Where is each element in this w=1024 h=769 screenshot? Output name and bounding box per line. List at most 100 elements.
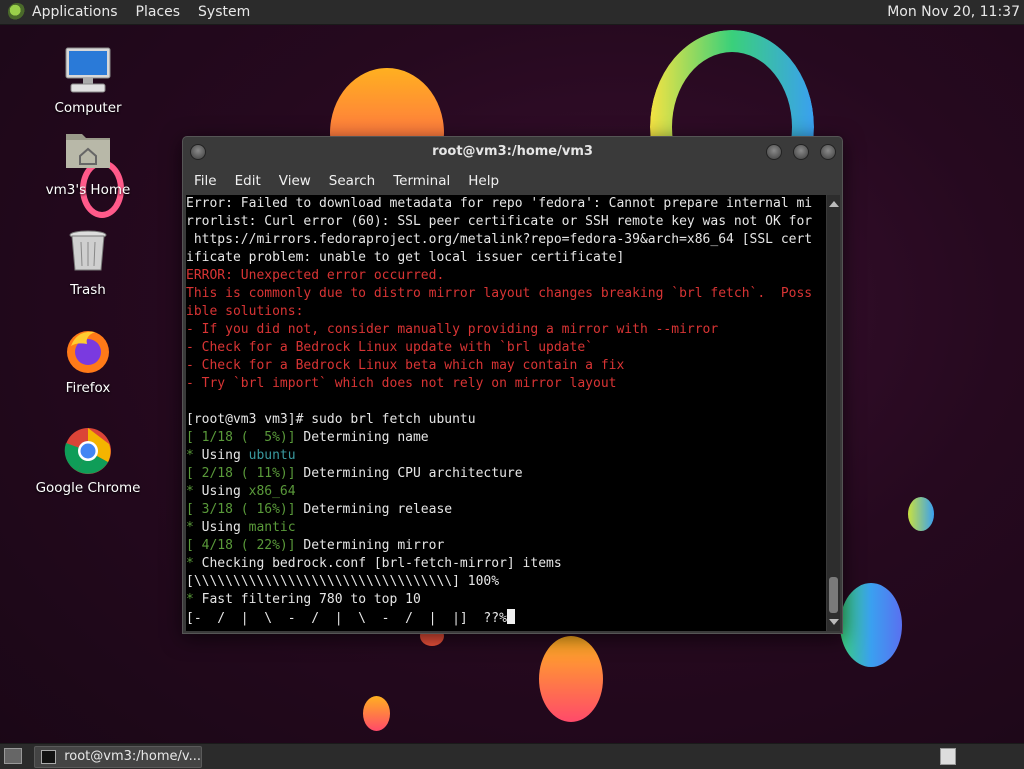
terminal-text: Determining mirror (295, 538, 445, 553)
desktop-icon-computer[interactable]: Computer (33, 46, 143, 116)
terminal-line: [ 3/18 ( 16%)] Determining release (186, 501, 826, 519)
menu-edit[interactable]: Edit (226, 173, 270, 189)
computer-icon (63, 46, 113, 96)
terminal-text: * (186, 556, 194, 571)
desktop-icon-firefox[interactable]: Firefox (33, 326, 143, 396)
terminal-text: Using (193, 520, 249, 535)
desktop-icon-label: Trash (70, 282, 106, 298)
terminal-line: [- / | \ - / | \ - / | |] ??% (186, 609, 826, 627)
terminal-text: Error: Failed to download metadata for r… (186, 196, 813, 211)
workspace-switcher[interactable] (940, 748, 956, 765)
terminal-line: ificate problem: unable to get local iss… (186, 249, 826, 267)
trash-icon (63, 228, 113, 278)
terminal-text: Determining name (295, 430, 429, 445)
terminal-line: * Fast filtering 780 to top 10 (186, 591, 826, 609)
close-button[interactable] (820, 144, 836, 160)
terminal-text: ible solutions: (186, 304, 304, 319)
menu-search[interactable]: Search (320, 173, 384, 189)
terminal-line: [ 2/18 ( 11%)] Determining CPU architect… (186, 465, 826, 483)
menu-help[interactable]: Help (459, 173, 508, 189)
terminal-line: [ 4/18 ( 22%)] Determining mirror (186, 537, 826, 555)
terminal-scrollbar[interactable] (827, 195, 840, 631)
terminal-text: https://mirrors.fedoraproject.org/metali… (186, 232, 813, 247)
chrome-icon (63, 426, 113, 476)
terminal-line: - If you did not, consider manually prov… (186, 321, 826, 339)
terminal-text: Determining release (295, 502, 453, 517)
terminal-text: Checking bedrock.conf [brl-fetch-mirror]… (193, 556, 562, 571)
terminal-text: [ 1/18 ( 5%)] (186, 430, 296, 445)
terminal-text: [ 3/18 ( 16%)] (186, 502, 296, 517)
menu-terminal[interactable]: Terminal (384, 173, 459, 189)
terminal-line: * Using mantic (186, 519, 826, 537)
scrollbar-thumb[interactable] (829, 577, 838, 613)
window-menu-button[interactable] (190, 144, 206, 160)
scroll-down-icon[interactable] (829, 619, 839, 625)
clock[interactable]: Mon Nov 20, 11:37 (887, 4, 1020, 20)
terminal-line: rrorlist: Curl error (60): SSL peer cert… (186, 213, 826, 231)
firefox-icon (63, 326, 113, 376)
terminal-text: * (186, 484, 194, 499)
wallpaper-blue-ball-small (908, 497, 934, 531)
terminal-text: ERROR: Unexpected error occurred. (186, 268, 445, 283)
terminal-text: Determining CPU architecture (295, 466, 523, 481)
terminal-line: This is commonly due to distro mirror la… (186, 285, 826, 303)
terminal-text: Using (193, 484, 249, 499)
taskbar-item-label: root@vm3:/home/v... (64, 749, 201, 764)
terminal-text: * (186, 520, 194, 535)
terminal-line: - Check for a Bedrock Linux beta which m… (186, 357, 826, 375)
places-menu[interactable]: Places (136, 4, 181, 20)
terminal-line: - Check for a Bedrock Linux update with … (186, 339, 826, 357)
terminal-line: [root@vm3 vm3]# sudo brl fetch ubuntu (186, 411, 826, 429)
terminal-output[interactable]: Error: Failed to download metadata for r… (186, 195, 826, 631)
taskbar-item-terminal[interactable]: root@vm3:/home/v... (34, 746, 202, 768)
applications-menu[interactable]: Applications (32, 4, 118, 20)
desktop-icon-home[interactable]: vm3's Home (33, 128, 143, 198)
terminal-icon (41, 750, 57, 764)
home-folder-icon (63, 128, 113, 178)
terminal-text: - Check for a Bedrock Linux update with … (186, 340, 593, 355)
scroll-up-icon[interactable] (829, 201, 839, 207)
terminal-line: * Using x86_64 (186, 483, 826, 501)
terminal-line: ERROR: Unexpected error occurred. (186, 267, 826, 285)
terminal-text: [ 2/18 ( 11%)] (186, 466, 296, 481)
terminal-text: rrorlist: Curl error (60): SSL peer cert… (186, 214, 813, 229)
terminal-text: Using (193, 448, 249, 463)
terminal-menubar: File Edit View Search Terminal Help (183, 167, 842, 195)
desktop-icon-label: vm3's Home (45, 182, 131, 198)
terminal-line: https://mirrors.fedoraproject.org/metali… (186, 231, 826, 249)
terminal-text: * (186, 448, 194, 463)
bottom-panel: root@vm3:/home/v... (0, 743, 1024, 769)
terminal-text: - Check for a Bedrock Linux beta which m… (186, 358, 625, 373)
wallpaper-orange-ball-bottom (539, 636, 603, 722)
terminal-text: - If you did not, consider manually prov… (186, 322, 719, 337)
desktop-icon-chrome[interactable]: Google Chrome (33, 426, 143, 496)
show-desktop-icon[interactable] (4, 748, 22, 764)
terminal-line: * Checking bedrock.conf [brl-fetch-mirro… (186, 555, 826, 573)
system-menu[interactable]: System (198, 4, 250, 20)
terminal-line: - Try `brl import` which does not rely o… (186, 375, 826, 393)
window-titlebar[interactable]: root@vm3:/home/vm3 (183, 137, 842, 167)
terminal-line: ible solutions: (186, 303, 826, 321)
wallpaper-orange-ball-tiny (363, 696, 390, 731)
minimize-button[interactable] (766, 144, 782, 160)
terminal-text: mantic (248, 520, 296, 535)
terminal-text: [ 4/18 ( 22%)] (186, 538, 296, 553)
distro-logo-icon[interactable] (8, 3, 26, 21)
desktop-icon-label: Computer (54, 100, 122, 116)
menu-file[interactable]: File (185, 173, 226, 189)
terminal-text: [\\\\\\\\\\\\\\\\\\\\\\\\\\\\\\\\\] 100% (186, 574, 500, 589)
terminal-line: [ 1/18 ( 5%)] Determining name (186, 429, 826, 447)
maximize-button[interactable] (793, 144, 809, 160)
menu-view[interactable]: View (270, 173, 320, 189)
terminal-line: * Using ubuntu (186, 447, 826, 465)
terminal-window: root@vm3:/home/vm3 File Edit View Search… (182, 136, 843, 634)
wallpaper-blue-ball-large (840, 583, 902, 667)
terminal-text: ificate problem: unable to get local iss… (186, 250, 625, 265)
terminal-line: Error: Failed to download metadata for r… (186, 195, 826, 213)
terminal-text: x86_64 (248, 484, 296, 499)
window-title: root@vm3:/home/vm3 (432, 144, 593, 159)
terminal-text: This is commonly due to distro mirror la… (186, 286, 813, 301)
desktop-icon-trash[interactable]: Trash (33, 228, 143, 298)
terminal-text: ubuntu (248, 448, 296, 463)
